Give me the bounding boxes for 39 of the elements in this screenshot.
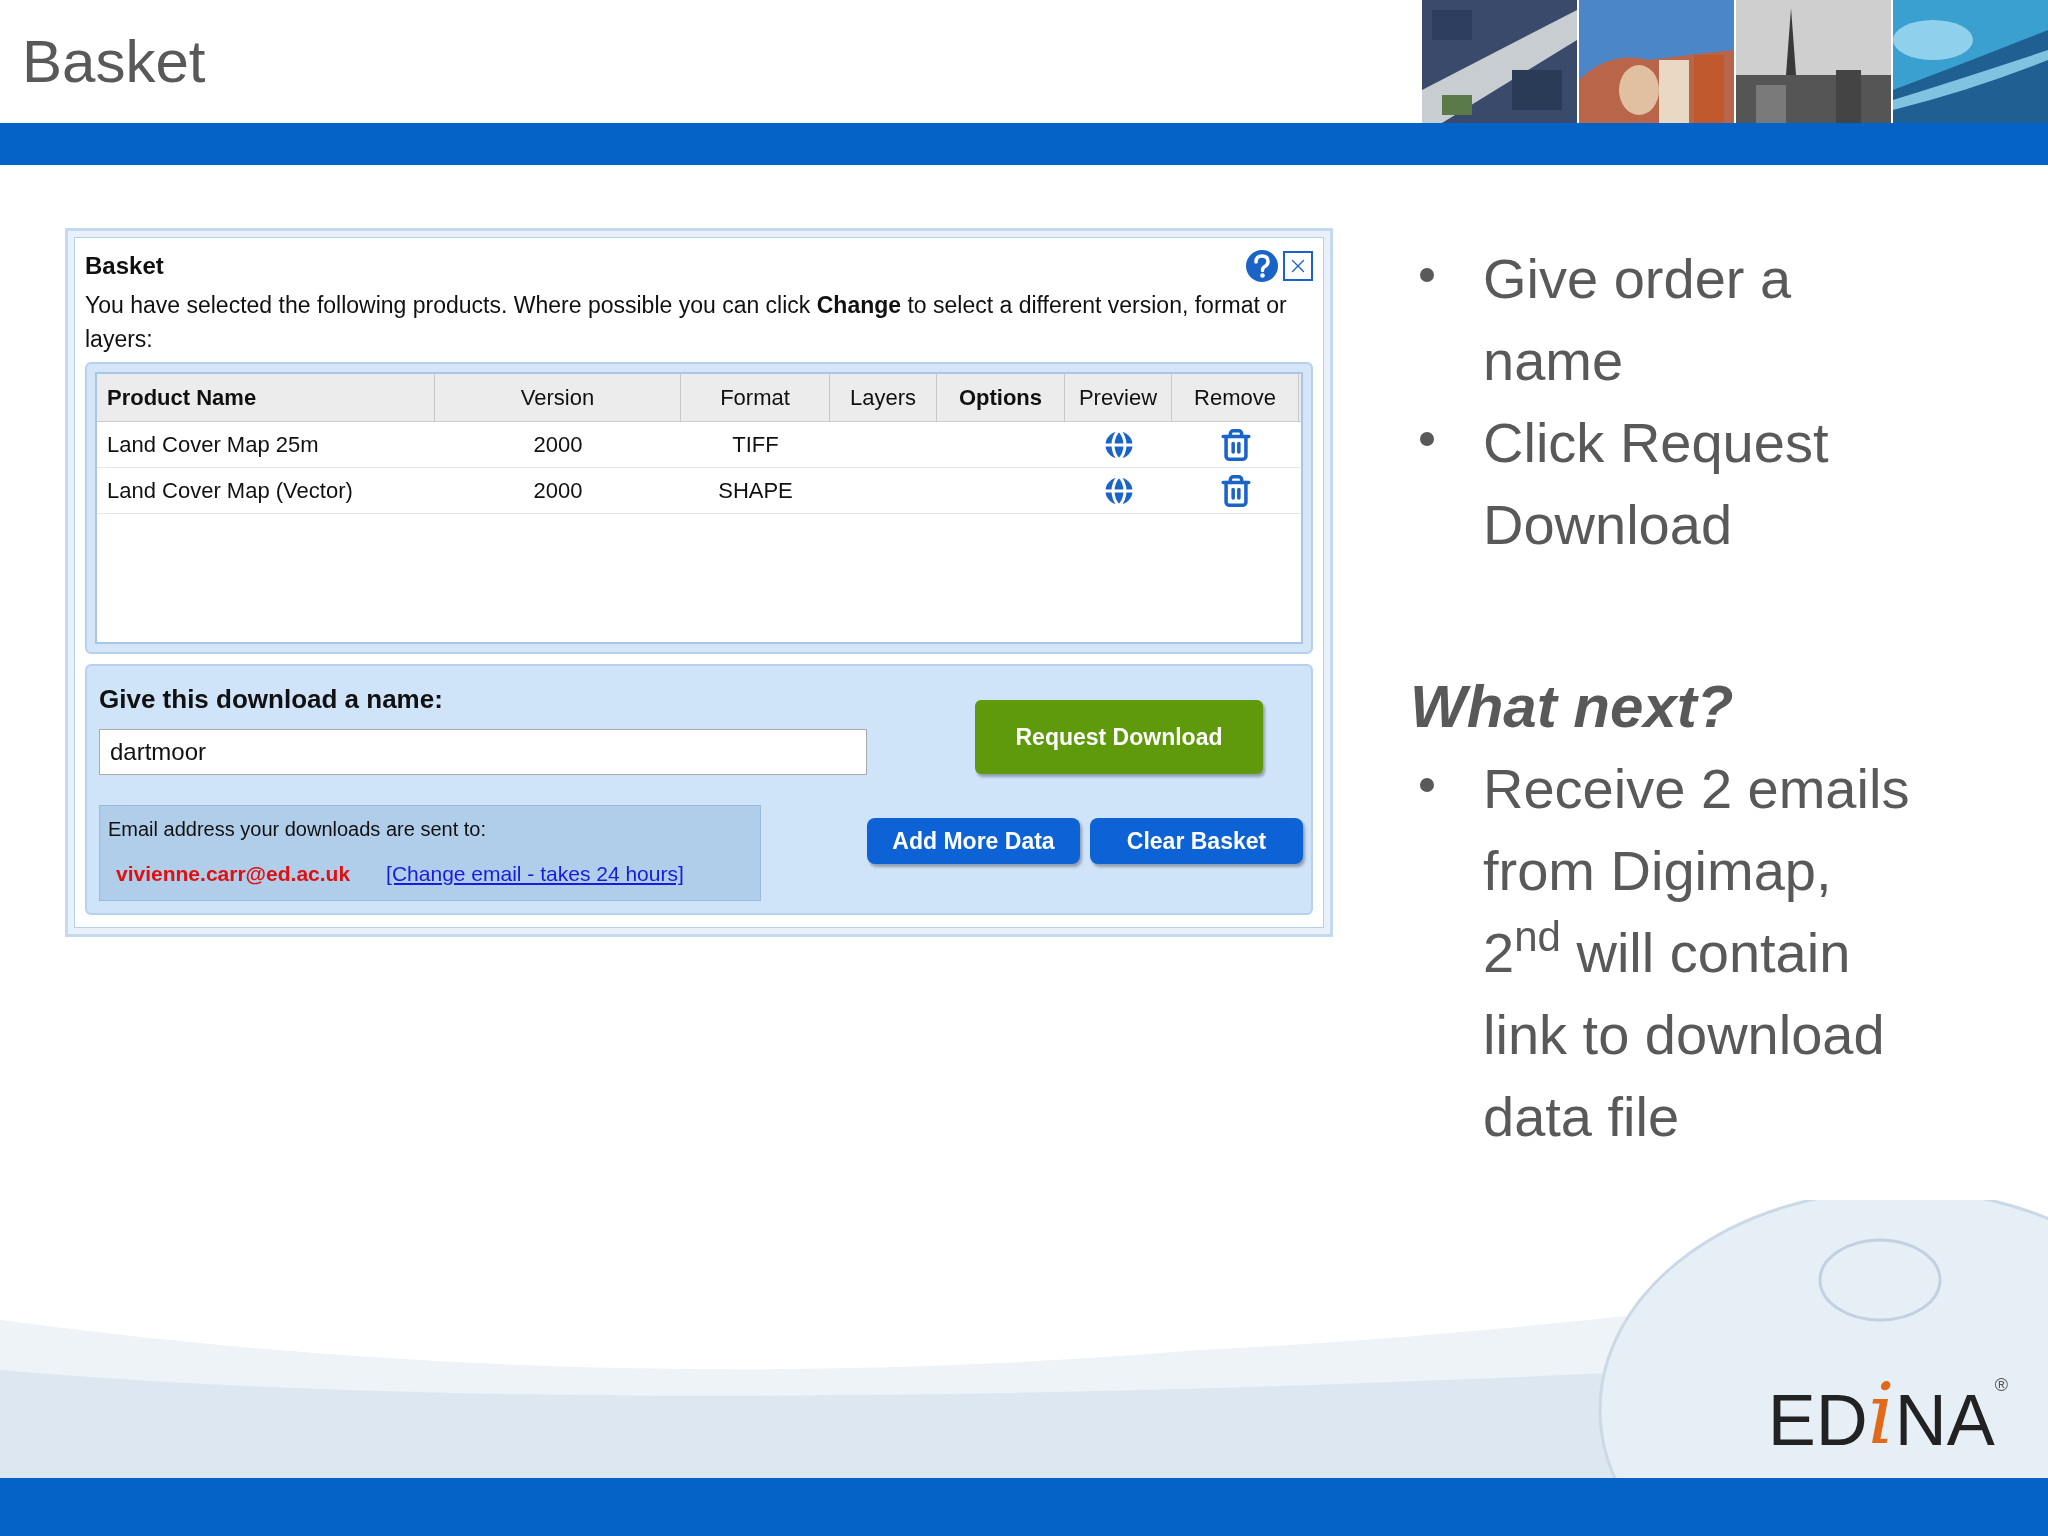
intro-text: You have selected the following products. Where possible you can click Change to select a different version, format or layers: [85, 291, 1288, 354]
slide-title: Basket [21, 26, 206, 97]
column-header: Remove [1172, 374, 1299, 421]
table-cell-text: 2000 [532, 431, 584, 459]
table-cell-text: Land Cover Map 25m [106, 431, 320, 459]
trash-icon[interactable] [1218, 473, 1253, 508]
column-header: Product Name [97, 374, 435, 421]
bullet-icon [1420, 432, 1434, 446]
table-cell-text: 2000 [532, 477, 584, 505]
table-cell-text: TIFF [731, 431, 780, 459]
registered-mark: ® [1994, 1374, 2008, 1395]
column-header: Layers [830, 374, 937, 421]
section-heading: What next? [1410, 672, 1735, 742]
bullet-text: Give order a name [1483, 246, 1793, 394]
logo-text: NA [1894, 1384, 1995, 1456]
logo-text: ED [1767, 1384, 1868, 1456]
bullet-text: Click Request Download [1483, 410, 1830, 558]
name-field[interactable]: dartmoor [99, 729, 867, 775]
column-header: Options [937, 374, 1065, 421]
logo-letter: i [1867, 1372, 1895, 1456]
table-cell-text: SHAPE [717, 477, 794, 505]
email-address: vivienne.carr@ed.ac.uk [116, 861, 351, 887]
help-icon[interactable] [1245, 249, 1279, 283]
table-cell-text: Land Cover Map (Vector) [106, 477, 354, 505]
action-button[interactable]: Add More Data [867, 818, 1080, 864]
close-button[interactable] [1283, 251, 1313, 281]
action-button[interactable]: Clear Basket [1090, 818, 1303, 864]
trash-icon[interactable] [1218, 427, 1253, 462]
email-label: Email address your downloads are sent to: [108, 817, 487, 842]
bullet-icon [1420, 778, 1434, 792]
column-header: Preview [1065, 374, 1172, 421]
column-header: Version [435, 374, 681, 421]
column-header: Format [681, 374, 830, 421]
dialog-title: Basket [85, 251, 164, 281]
name-label: Give this download a name: [99, 683, 444, 716]
change-email-link[interactable]: [Change email - takes 24 hours] [386, 858, 684, 890]
bullet-text: Receive 2 emails from Digimap, 2$^{nd}$ will contain link to download data file [1483, 756, 1911, 1150]
bullet-icon [1420, 268, 1434, 282]
request-download-button[interactable]: Request Download [975, 700, 1263, 774]
